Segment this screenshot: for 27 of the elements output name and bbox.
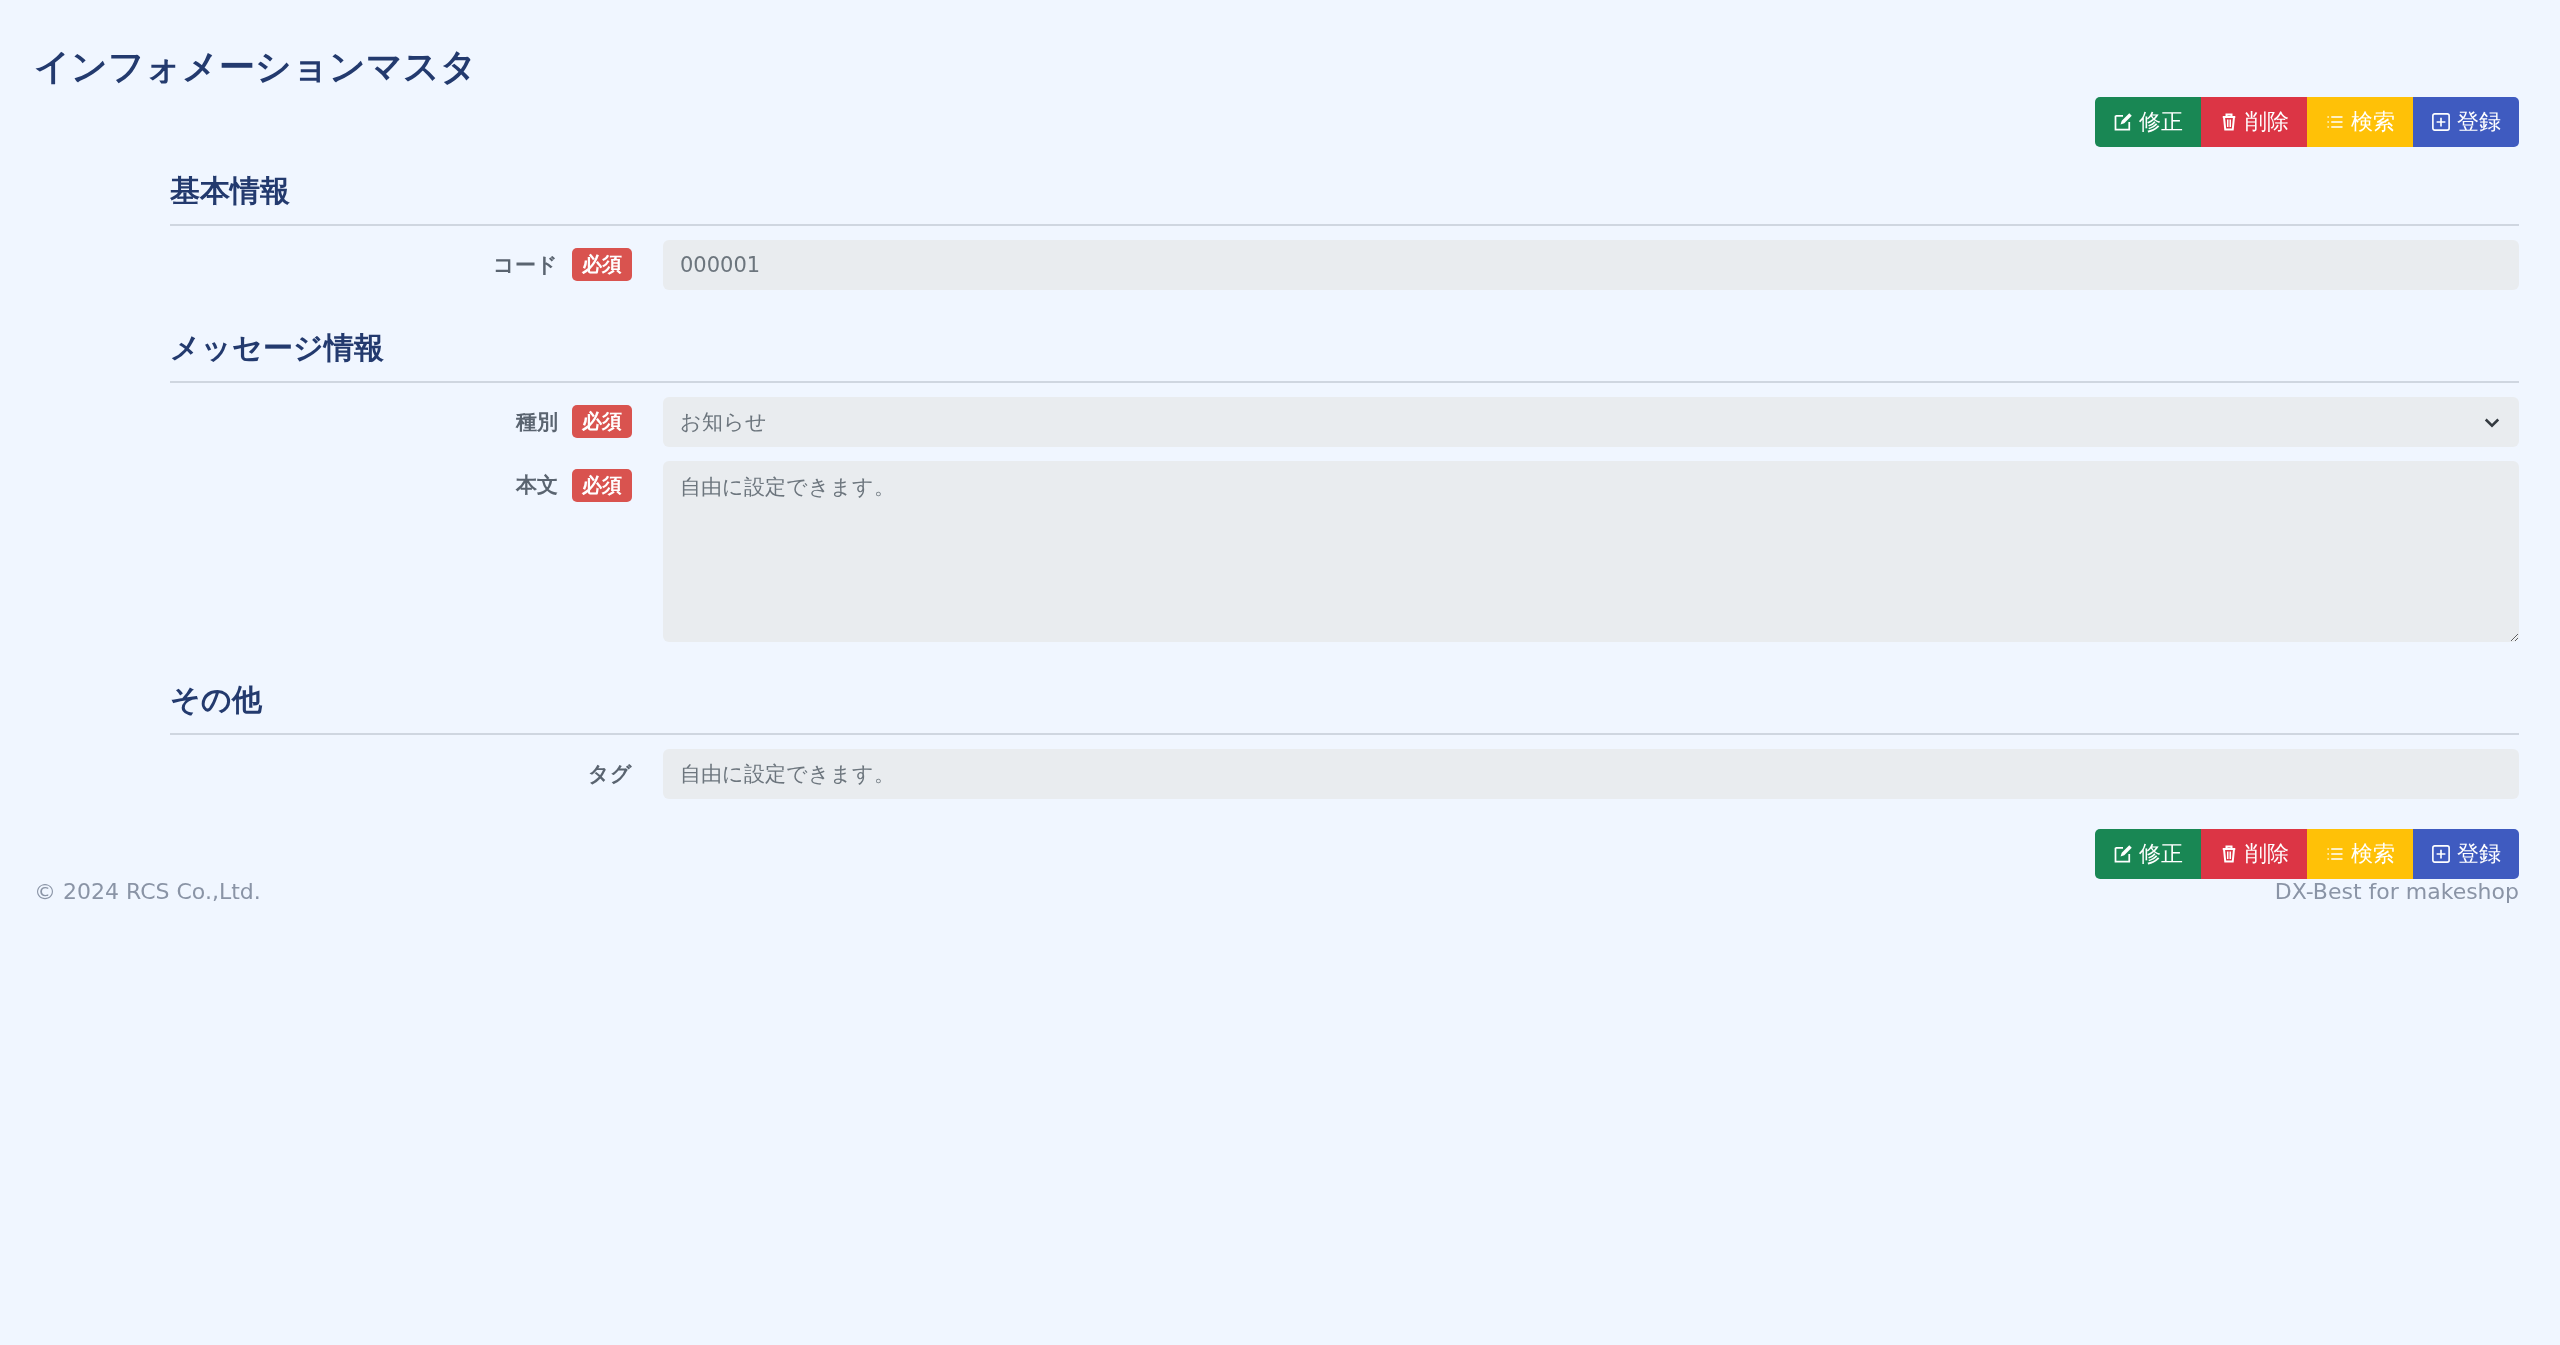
page-title: インフォメーションマスタ: [34, 45, 478, 89]
required-badge: 必須: [572, 468, 632, 502]
register-button[interactable]: 登録: [2413, 96, 2519, 147]
plus-square-icon: [2431, 843, 2451, 864]
input-field[interactable]: 自由に設定できます。: [663, 748, 2519, 799]
plus-square-icon: [2431, 111, 2451, 132]
section-heading: メッセージ情報: [170, 327, 2519, 383]
copyright-text: © 2024 RCS Co.,Ltd.: [34, 878, 261, 904]
pencil-square-icon: [2113, 111, 2133, 132]
required-badge: 必須: [572, 405, 632, 439]
field-label: コード: [493, 251, 558, 279]
select-field[interactable]: お知らせ: [663, 396, 2519, 447]
section-heading: その他: [170, 679, 2519, 735]
field-label: 種別: [516, 408, 558, 436]
edit-button[interactable]: 修正: [2095, 96, 2201, 147]
field-label: 本文: [516, 472, 558, 500]
delete-button[interactable]: 削除: [2201, 828, 2307, 879]
pencil-square-icon: [2113, 843, 2133, 864]
edit-button[interactable]: 修正: [2095, 828, 2201, 879]
register-button[interactable]: 登録: [2413, 828, 2519, 879]
text-area[interactable]: 自由に設定できます。: [663, 460, 2519, 642]
product-name: DX-Best for makeshop: [2274, 878, 2519, 904]
required-badge: 必須: [572, 248, 632, 282]
section-heading: 基本情報: [170, 170, 2519, 226]
input-field[interactable]: 000001: [663, 239, 2519, 290]
field-label: タグ: [588, 760, 632, 788]
delete-button[interactable]: 削除: [2201, 96, 2307, 147]
